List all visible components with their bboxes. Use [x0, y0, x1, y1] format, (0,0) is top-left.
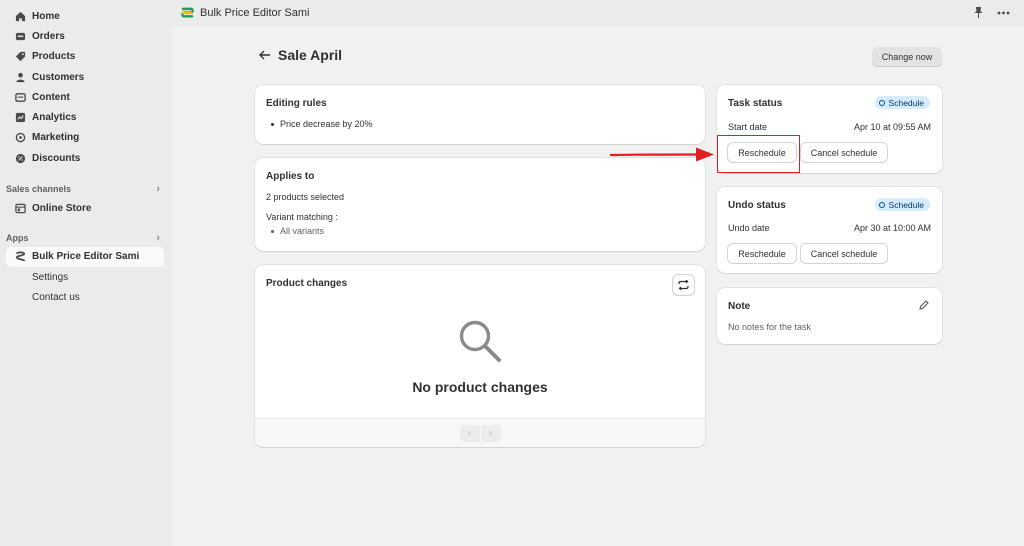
sidebar-item-contact-us[interactable]: Contact us	[0, 287, 172, 307]
sales-channels-header[interactable]: Sales channels ›	[0, 180, 172, 198]
refresh-button[interactable]	[673, 275, 694, 295]
analytics-icon	[14, 112, 26, 124]
card-title: Editing rules	[266, 98, 327, 109]
change-now-button[interactable]: Change now	[872, 47, 942, 67]
page-header: Sale April	[258, 47, 342, 63]
variant-text: All variants	[280, 226, 325, 236]
variant-matching-label: Variant matching :	[266, 212, 338, 222]
rule-text: Price decrease by 20%	[280, 119, 373, 129]
badge-label: Schedule	[888, 199, 924, 210]
sidebar-item-content[interactable]: Content	[0, 87, 172, 107]
content-icon	[14, 91, 26, 103]
previous-page-button[interactable]: ‹	[459, 424, 480, 442]
pencil-icon[interactable]	[919, 300, 929, 310]
topbar-actions	[974, 7, 1010, 18]
home-icon	[14, 10, 26, 22]
sidebar-item-label: Bulk Price Editor Sami	[32, 251, 140, 263]
badge-label: Schedule	[888, 97, 924, 108]
page-title: Sale April	[278, 47, 343, 63]
sidebar-item-label: Content	[32, 91, 70, 103]
pagination: ‹ ›	[255, 418, 705, 447]
card-title: Task status	[728, 98, 783, 109]
sidebar-item-label: Analytics	[32, 112, 77, 124]
orders-icon	[14, 30, 26, 42]
bullet-dot	[271, 229, 274, 233]
status-badge: Schedule	[874, 96, 930, 109]
app-title: Bulk Price Editor Sami	[200, 7, 310, 19]
empty-state-title: No product changes	[412, 379, 548, 395]
rule-item: Price decrease by 20%	[265, 119, 373, 129]
sidebar-item-label: Products	[32, 51, 76, 63]
cancel-schedule-button[interactable]: Cancel schedule	[801, 143, 887, 162]
annotation-arrow-icon	[610, 147, 714, 162]
person-icon	[14, 71, 26, 83]
sidebar-item-home[interactable]: Home	[0, 6, 172, 26]
note-card: Note No notes for the task	[717, 288, 942, 344]
chevron-right-icon: ›	[156, 183, 160, 196]
sidebar-item-orders[interactable]: Orders	[0, 26, 172, 46]
start-date-value: Apr 10 at 09:55 AM	[853, 122, 931, 132]
app-logo-icon	[14, 251, 26, 263]
bullet-dot	[271, 122, 274, 126]
card-title: Note	[728, 301, 751, 312]
status-circle-icon	[878, 99, 885, 106]
status-circle-icon	[878, 201, 885, 208]
card-title: Product changes	[266, 278, 348, 289]
applies-to-card: Applies to 2 products selected Variant m…	[255, 158, 705, 251]
swap-icon	[678, 280, 689, 290]
product-changes-card: Product changes No product changes ‹ ›	[255, 265, 705, 447]
sidebar-item-label: Discounts	[32, 152, 81, 164]
sidebar: Home Orders Products Customers Content A…	[0, 0, 172, 546]
editing-rules-card: Editing rules Price decrease by 20%	[255, 85, 705, 144]
sidebar-item-customers[interactable]: Customers	[0, 67, 172, 87]
sidebar-item-online-store[interactable]: Online Store	[0, 198, 172, 218]
chevron-right-icon: ›	[156, 231, 160, 244]
card-title: Undo status	[728, 200, 786, 211]
sidebar-item-label: Online Store	[32, 203, 92, 215]
pin-icon[interactable]	[974, 7, 983, 18]
sidebar-item-discounts[interactable]: Discounts	[0, 148, 172, 168]
annotation-highlight-box	[717, 135, 800, 173]
next-page-button[interactable]: ›	[480, 424, 501, 442]
products-selected-text: 2 products selected	[266, 192, 345, 202]
sidebar-item-analytics[interactable]: Analytics	[0, 107, 172, 127]
undo-date-label: Undo date	[728, 223, 770, 233]
apps-label: Apps	[6, 232, 29, 243]
discount-icon	[14, 152, 26, 164]
store-icon	[14, 203, 26, 215]
sales-channels-label: Sales channels	[6, 184, 72, 195]
undo-date-value: Apr 30 at 10:00 AM	[853, 223, 931, 233]
sidebar-item-label: Home	[32, 10, 60, 22]
status-badge: Schedule	[874, 198, 930, 211]
back-arrow-icon[interactable]	[258, 48, 272, 62]
apps-header[interactable]: Apps ›	[0, 229, 172, 247]
sidebar-item-bulk-price-editor[interactable]: Bulk Price Editor Sami	[6, 246, 164, 267]
app-topbar: Bulk Price Editor Sami	[172, 0, 1024, 26]
tag-icon	[14, 51, 26, 63]
card-title: Applies to	[266, 171, 315, 182]
more-options-icon[interactable]	[997, 11, 1010, 15]
sidebar-item-label: Orders	[32, 30, 65, 42]
sidebar-item-label: Marketing	[32, 132, 80, 144]
sidebar-item-products[interactable]: Products	[0, 47, 172, 67]
sidebar-item-marketing[interactable]: Marketing	[0, 128, 172, 148]
variant-item: All variants	[265, 226, 324, 236]
marketing-icon	[14, 132, 26, 144]
main-content: Sale April Change now Editing rules Pric…	[172, 26, 1024, 546]
undo-status-card: Undo status Schedule Undo date Apr 30 at…	[717, 187, 942, 273]
sidebar-item-settings[interactable]: Settings	[0, 267, 172, 287]
undo-reschedule-button[interactable]: Reschedule	[728, 244, 796, 263]
note-empty-text: No notes for the task	[728, 322, 812, 332]
app-logo-icon	[181, 7, 194, 17]
sidebar-item-label: Customers	[32, 71, 85, 83]
start-date-label: Start date	[728, 122, 768, 132]
search-icon	[459, 320, 501, 362]
undo-cancel-schedule-button[interactable]: Cancel schedule	[801, 244, 887, 263]
